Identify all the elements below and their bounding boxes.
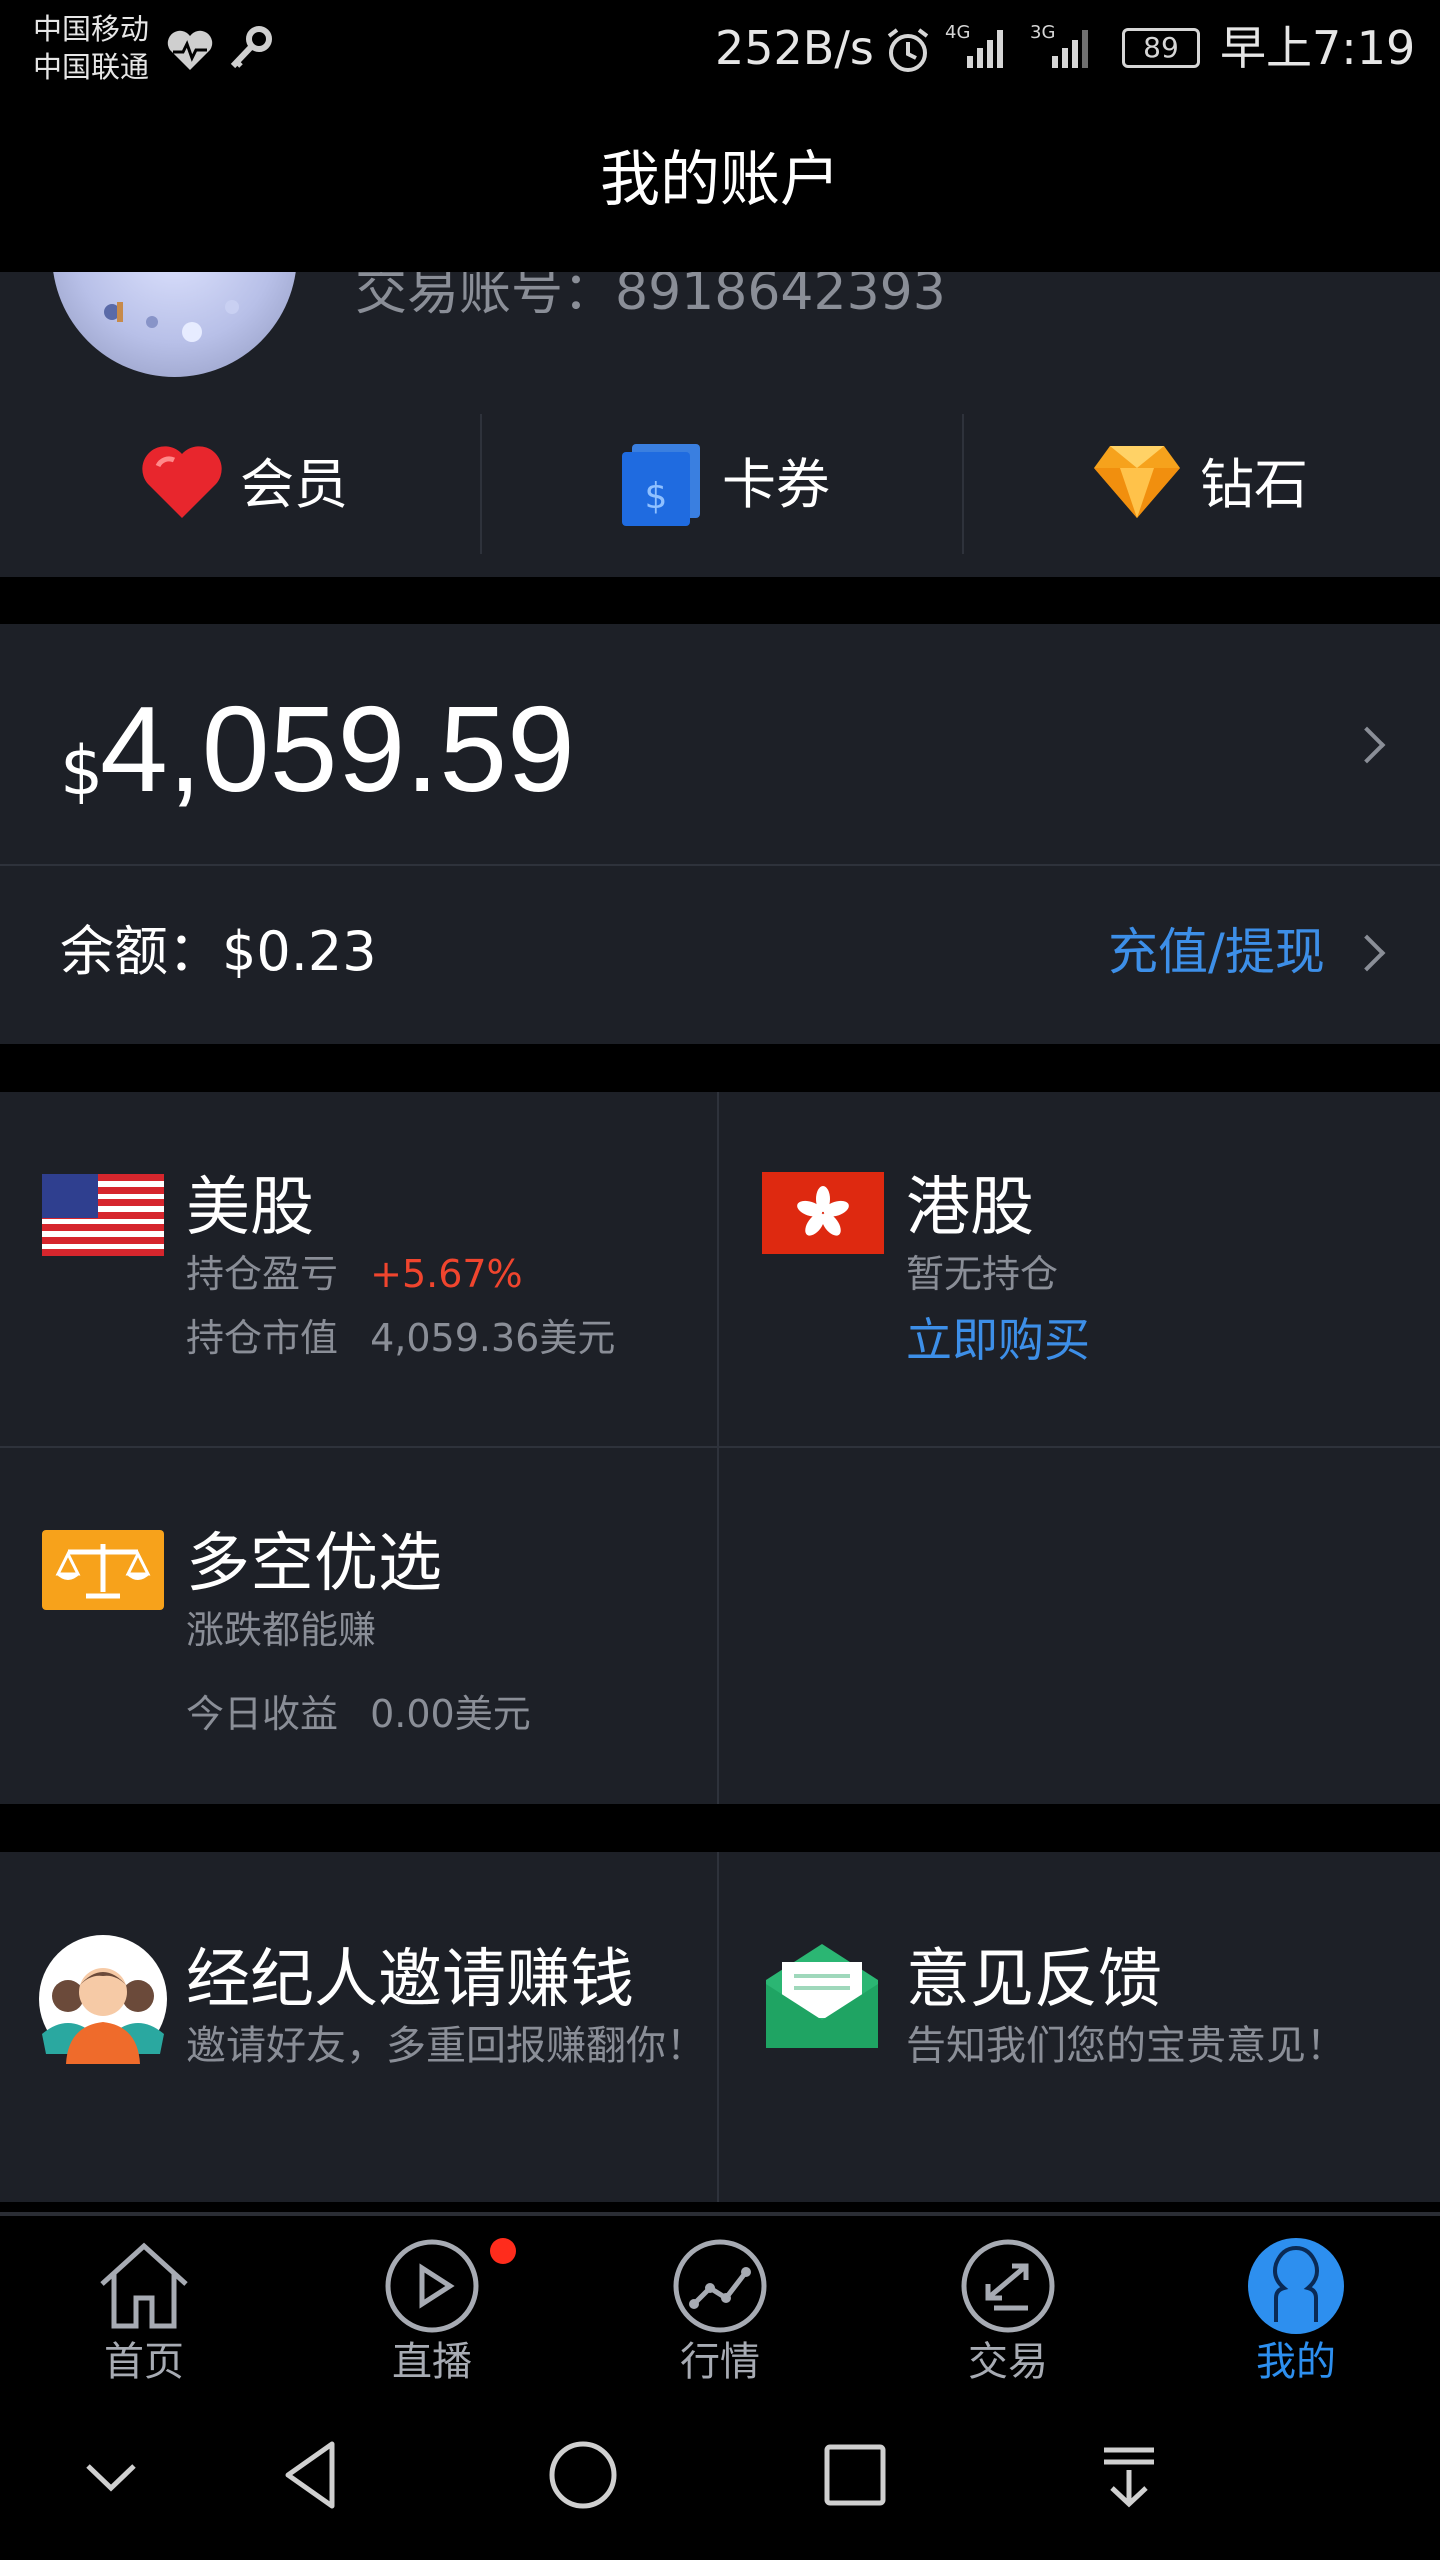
trade-icon — [961, 2239, 1055, 2333]
hk-flag-icon — [762, 1172, 884, 1254]
us-market-value-label: 持仓市值 — [186, 1316, 339, 1360]
status-bar: 中国移动 中国联通 252B/s 4G 3G 89 早上7:19 — [0, 0, 1440, 100]
svg-text:$: $ — [645, 476, 668, 517]
bottom-nav: 首页 直播 行情 交易 我的 — [0, 2212, 1440, 2390]
envelope-icon — [766, 1944, 878, 2048]
feedback-title: 意见反馈 — [906, 1943, 1162, 2017]
today-earnings-value: 0.00美元 — [370, 1692, 531, 1736]
us-stocks-cell[interactable]: 美股 持仓盈亏 +5.67% 持仓市值 4,059.36美元 — [0, 1092, 717, 1446]
app-screen: 中国移动 中国联通 252B/s 4G 3G 89 早上7:19 我的账户 交易… — [0, 0, 1440, 2560]
us-market-value-row: 持仓市值 4,059.36美元 — [186, 1312, 615, 1364]
alarm-icon — [887, 28, 929, 72]
nav-live[interactable]: 直播 — [332, 2236, 532, 2386]
carrier-1: 中国移动 — [33, 12, 150, 46]
divider — [0, 864, 1440, 866]
nav-trade-label: 交易 — [968, 2339, 1048, 2385]
key-icon — [230, 26, 272, 69]
us-pnl-row: 持仓盈亏 +5.67% — [186, 1248, 523, 1300]
broker-invite-title: 经纪人邀请赚钱 — [186, 1943, 634, 2017]
recent-apps-icon[interactable] — [810, 2430, 900, 2520]
health-heart-icon — [167, 30, 213, 70]
hk-stocks-cell[interactable]: 港股 暂无持仓 立即购买 — [719, 1092, 1440, 1446]
battery-icon: 89 — [1122, 28, 1200, 68]
us-stocks-title: 美股 — [186, 1171, 314, 1245]
currency-symbol: $ — [60, 732, 104, 811]
title-bar: 我的账户 — [0, 100, 1440, 272]
today-earnings-label: 今日收益 — [186, 1692, 339, 1736]
notification-pulldown-icon[interactable] — [1084, 2430, 1174, 2520]
signal-3g-icon: 3G — [1030, 22, 1100, 72]
diamond-icon — [1094, 446, 1180, 518]
feedback-subtitle: 告知我们您的宝贵意见！ — [906, 2023, 1346, 2069]
coupon-icon: $ — [622, 444, 700, 526]
quick-links-row: 会员 $ 卡券 钻石 — [0, 392, 1440, 577]
play-icon — [385, 2239, 479, 2333]
us-pnl-label: 持仓盈亏 — [186, 1252, 339, 1296]
user-icon — [1248, 2238, 1344, 2334]
long-short-cell[interactable]: 多空优选 涨跌都能赚 今日收益 0.00美元 — [0, 1448, 717, 1804]
nav-me-label: 我的 — [1256, 2339, 1336, 2385]
profile-header[interactable]: 交易账号：8918642393 — [0, 132, 1440, 392]
markets-grid: 美股 持仓盈亏 +5.67% 持仓市值 4,059.36美元 港股 暂无持仓 立… — [0, 1092, 1440, 1804]
membership-button[interactable]: 会员 — [0, 392, 480, 577]
carrier-2: 中国联通 — [33, 50, 150, 84]
carrier-info: 中国移动 中国联通 — [33, 10, 149, 86]
today-earnings-row: 今日收益 0.00美元 — [186, 1688, 531, 1740]
diamonds-label: 钻石 — [1200, 453, 1308, 516]
back-icon[interactable] — [268, 2430, 358, 2520]
us-flag-icon — [42, 1174, 164, 1256]
total-assets-row[interactable]: $ 4,059.59 — [0, 624, 1440, 864]
home-circle-icon[interactable] — [538, 2430, 628, 2520]
nav-market-label: 行情 — [680, 2339, 760, 2385]
promo-section: 经纪人邀请赚钱 邀请好友，多重回报赚翻你！ 意见反馈 告知我们您的宝贵意见！ — [0, 1852, 1440, 2202]
coupons-label: 卡券 — [722, 453, 830, 516]
broker-invite-subtitle: 邀请好友，多重回报赚翻你！ — [186, 2023, 706, 2069]
us-pnl-value: +5.67% — [370, 1252, 523, 1296]
deposit-withdraw-link[interactable]: 充值/提现 — [1108, 914, 1325, 990]
hk-stocks-title: 港股 — [906, 1171, 1034, 1245]
net-speed: 252B/s — [715, 21, 874, 75]
page-title: 我的账户 — [600, 145, 840, 215]
heart-icon — [142, 446, 222, 518]
coupons-button[interactable]: $ 卡券 — [482, 392, 962, 577]
collapse-chevron-icon[interactable] — [66, 2430, 156, 2520]
nav-live-label: 直播 — [392, 2339, 472, 2385]
us-market-value: 4,059.36美元 — [370, 1316, 616, 1360]
chart-icon — [673, 2239, 767, 2333]
nav-home[interactable]: 首页 — [44, 2236, 244, 2386]
diamonds-button[interactable]: 钻石 — [964, 392, 1440, 577]
available-balance: 余额：$0.23 — [60, 920, 377, 983]
account-balance-card: $ 4,059.59 余额：$0.23 充值/提现 — [0, 624, 1440, 1044]
total-assets-value: 4,059.59 — [100, 681, 575, 817]
battery-level: 89 — [1143, 31, 1179, 64]
people-avatar-icon — [39, 1935, 167, 2064]
chevron-right-icon[interactable] — [1348, 934, 1386, 972]
signal-4g-icon: 4G — [945, 22, 1015, 72]
home-icon — [100, 2242, 188, 2329]
broker-invite-cell[interactable]: 经纪人邀请赚钱 邀请好友，多重回报赚翻你！ — [0, 1852, 717, 2202]
clock: 早上7:19 — [1220, 21, 1416, 75]
nav-me[interactable]: 我的 — [1196, 2236, 1396, 2386]
notification-dot — [490, 2238, 516, 2264]
balance-scale-icon — [42, 1530, 164, 1610]
hk-buy-now-link[interactable]: 立即购买 — [906, 1310, 1090, 1370]
nav-market[interactable]: 行情 — [620, 2236, 820, 2386]
nav-home-label: 首页 — [104, 2339, 184, 2385]
chevron-right-icon — [1348, 726, 1386, 764]
system-nav-bar — [0, 2390, 1440, 2560]
long-short-subtitle: 涨跌都能赚 — [186, 1608, 377, 1652]
feedback-cell[interactable]: 意见反馈 告知我们您的宝贵意见！ — [719, 1852, 1440, 2202]
membership-label: 会员 — [240, 453, 348, 516]
nav-trade[interactable]: 交易 — [908, 2236, 1108, 2386]
long-short-title: 多空优选 — [186, 1527, 442, 1601]
hk-no-position: 暂无持仓 — [906, 1252, 1059, 1296]
